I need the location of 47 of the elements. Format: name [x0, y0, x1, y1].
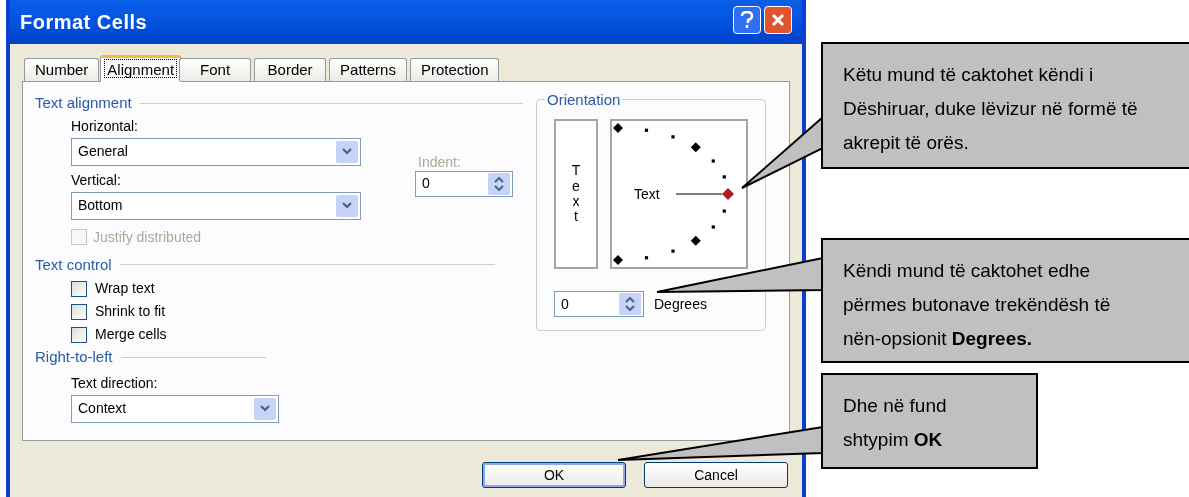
field-value: General — [78, 142, 128, 161]
field-value: 0 — [422, 174, 430, 193]
checkbox-label: Wrap text — [95, 279, 155, 298]
spinner-arrows-icon — [619, 293, 641, 315]
callout: Dhe në fund shtypim OK — [821, 373, 1038, 469]
field-label: Degrees — [654, 294, 707, 314]
tab[interactable]: Border — [254, 58, 327, 81]
dropdown[interactable]: Bottom — [71, 191, 361, 220]
field-value: Context — [78, 399, 127, 418]
vertical-text-box[interactable]: Text — [554, 119, 598, 269]
angle-handle-icon[interactable] — [675, 188, 734, 200]
checkbox[interactable] — [71, 326, 87, 343]
checkbox[interactable] — [71, 280, 87, 297]
help-button[interactable] — [733, 6, 761, 34]
field-label: Indent: — [417, 152, 462, 171]
callout: Këndi mund të caktohet edhe përmes butonave trekëndësh të nën-opsionit Degrees. — [821, 238, 1189, 363]
dropdown[interactable]: General — [71, 137, 361, 166]
close-button[interactable] — [764, 6, 792, 34]
section-heading: Right-to-left — [35, 347, 113, 367]
field-label: Text direction: — [71, 373, 159, 392]
close-icon — [771, 13, 785, 27]
field-value: Bottom — [78, 196, 123, 215]
tab[interactable]: Number — [24, 58, 100, 81]
section-heading: Text control — [35, 254, 112, 275]
dialog-button[interactable]: Cancel — [644, 462, 788, 488]
tab[interactable]: Font — [179, 58, 252, 81]
field-label: Horizontal: — [71, 116, 139, 135]
dropdown[interactable]: Context — [71, 394, 279, 423]
checkbox-label: Shrink to fit — [95, 302, 166, 321]
checkbox-label: Merge cells — [95, 325, 167, 344]
field-label: Vertical: — [71, 170, 122, 189]
vertical-text: Text — [571, 163, 581, 225]
checkbox[interactable] — [71, 303, 87, 320]
checkbox-label: Justify distributed — [93, 227, 202, 247]
tab[interactable]: Protection — [409, 58, 500, 81]
spinner-arrows-icon — [488, 172, 510, 195]
tab[interactable]: Alignment — [100, 55, 182, 82]
dial-text: Text — [634, 186, 660, 202]
orientation-dial[interactable]: Text — [610, 119, 748, 269]
field-value: 0 — [561, 294, 569, 314]
section-heading: Text alignment — [35, 93, 132, 113]
help-icon — [740, 11, 754, 29]
dialog-button[interactable]: OK — [482, 462, 626, 488]
callout: Këtu mund të caktohet këndi i Dëshiruar, duke lëvizur në formë të akrepit të orës. — [821, 42, 1189, 169]
spin-box[interactable]: 0 — [554, 291, 644, 317]
window-title: Format Cells — [20, 10, 148, 35]
tab[interactable]: Patterns — [329, 58, 407, 81]
